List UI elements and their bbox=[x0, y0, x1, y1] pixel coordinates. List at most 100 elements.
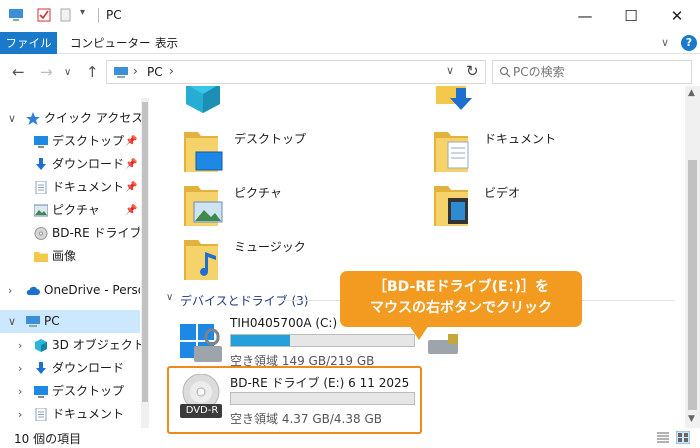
nav-downloads[interactable]: ダウンロード 📌 bbox=[0, 153, 140, 176]
drive-name: TIH0405700A (C:) bbox=[230, 316, 338, 330]
address-path[interactable]: PC bbox=[147, 65, 163, 79]
chevron-right-icon[interactable]: › bbox=[18, 357, 22, 380]
status-bar: 10 個の項目 bbox=[0, 428, 700, 448]
document-icon bbox=[35, 181, 47, 194]
document-icon bbox=[35, 408, 47, 421]
minimize-button[interactable]: — bbox=[562, 0, 608, 32]
search-icon bbox=[499, 66, 511, 78]
nav-pictures[interactable]: ピクチャ 📌 bbox=[0, 199, 140, 222]
close-button[interactable]: ✕ bbox=[654, 0, 700, 32]
chevron-right-icon[interactable]: › bbox=[169, 64, 174, 78]
nav-pc-downloads[interactable]: › ダウンロード bbox=[0, 357, 140, 380]
star-icon bbox=[26, 112, 40, 125]
pictures-folder-icon bbox=[184, 186, 223, 226]
window-title: PC bbox=[106, 8, 122, 22]
chevron-right-icon[interactable]: › bbox=[18, 403, 22, 426]
nav-desktop[interactable]: デスクトップ 📌 bbox=[0, 130, 140, 153]
folder-label: ミュージック bbox=[234, 240, 306, 254]
content-scrollbar-thumb[interactable] bbox=[688, 160, 697, 410]
address-bar[interactable]: › PC › bbox=[106, 60, 486, 84]
chevron-right-icon[interactable]: › bbox=[18, 380, 22, 403]
nav-pc-documents[interactable]: › ドキュメント bbox=[0, 403, 140, 426]
customize-qat-icon[interactable]: ▾ bbox=[80, 7, 85, 18]
refresh-button[interactable]: ↻ bbox=[466, 62, 479, 80]
pc-icon bbox=[26, 316, 40, 327]
search-box[interactable] bbox=[492, 60, 692, 84]
chevron-down-icon[interactable]: ∨ bbox=[8, 310, 16, 333]
drive-usage-fill bbox=[231, 335, 290, 346]
folder-desktop[interactable]: デスクトップ bbox=[184, 128, 424, 178]
windows-drive-icon bbox=[180, 324, 222, 362]
folder-documents[interactable]: ドキュメント bbox=[434, 128, 674, 178]
drive-e-highlight bbox=[167, 366, 422, 434]
folder-label: ドキュメント bbox=[484, 132, 557, 146]
folder-pictures[interactable]: ピクチャ bbox=[184, 182, 424, 232]
download-folder-icon[interactable] bbox=[434, 86, 474, 112]
instruction-callout: ［BD-REドライブ(E：)］を マウスの右ボタンでクリック bbox=[340, 271, 582, 327]
pin-icon[interactable]: 📌 bbox=[125, 130, 137, 153]
pin-icon[interactable]: 📌 bbox=[125, 153, 137, 176]
expand-ribbon-icon[interactable]: ∨ bbox=[661, 36, 669, 49]
nav-images-folder[interactable]: 画像 bbox=[0, 245, 140, 268]
nav-pc[interactable]: ∨ PC bbox=[0, 310, 140, 333]
folder-label: デスクトップ bbox=[234, 132, 307, 146]
pc-icon bbox=[9, 9, 23, 21]
nav-bd-re-drive[interactable]: BD-RE ドライブ (E: bbox=[0, 222, 140, 245]
callout-line-1: ［BD-REドライブ(E：)］を bbox=[372, 279, 550, 295]
navigation-pane: ∨ クイック アクセス デスクトップ 📌 ダウンロード 📌 ドキュメント 📌 ピ… bbox=[0, 98, 150, 428]
tab-view[interactable]: 表示 bbox=[143, 32, 190, 54]
callout-pointer bbox=[407, 322, 431, 340]
nav-3d-objects[interactable]: › 3D オブジェクト bbox=[0, 334, 145, 357]
up-button[interactable]: ↑ bbox=[86, 63, 99, 81]
content-scrollbar[interactable]: ▲ ▼ bbox=[685, 86, 700, 428]
recent-locations-icon[interactable]: ∨ bbox=[64, 67, 71, 78]
chevron-right-icon[interactable]: › bbox=[8, 279, 12, 302]
nav-scrollbar-thumb[interactable] bbox=[142, 102, 148, 402]
search-input[interactable] bbox=[513, 64, 683, 80]
usb-drive-icon[interactable] bbox=[426, 330, 462, 358]
cube-icon bbox=[35, 339, 47, 352]
address-dropdown-icon[interactable]: ∨ bbox=[446, 64, 454, 77]
explorer-window: ▾ PC — ☐ ✕ ファイル コンピューター 表示 ∨ ? ← → ∨ ↑ ›… bbox=[0, 0, 700, 448]
desktop-icon bbox=[34, 386, 48, 398]
tab-file[interactable]: ファイル bbox=[0, 32, 57, 54]
large-icons-view-icon[interactable] bbox=[676, 431, 690, 444]
cloud-icon bbox=[26, 286, 40, 295]
nav-scrollbar[interactable] bbox=[141, 98, 149, 428]
forward-button[interactable]: → bbox=[40, 63, 53, 81]
nav-documents[interactable]: ドキュメント 📌 bbox=[0, 176, 140, 199]
drive-usage-bar bbox=[230, 334, 415, 347]
pin-icon[interactable]: 📌 bbox=[125, 176, 137, 199]
documents-folder-icon bbox=[434, 132, 469, 172]
download-icon bbox=[36, 158, 46, 170]
folder-label: ビデオ bbox=[484, 186, 521, 200]
desktop-icon bbox=[34, 136, 48, 148]
videos-folder-icon bbox=[434, 186, 468, 226]
music-folder-icon bbox=[184, 240, 218, 280]
scroll-down-icon[interactable]: ▼ bbox=[688, 414, 695, 424]
details-view-icon[interactable] bbox=[656, 431, 670, 444]
pictures-icon bbox=[34, 204, 48, 217]
properties-icon[interactable] bbox=[36, 7, 52, 23]
folder-videos[interactable]: ビデオ bbox=[434, 182, 674, 232]
chevron-down-icon[interactable]: ∨ bbox=[8, 107, 16, 130]
nav-onedrive[interactable]: › OneDrive - Person bbox=[0, 279, 140, 302]
pin-icon[interactable]: 📌 bbox=[125, 199, 137, 222]
chevron-right-icon[interactable]: › bbox=[133, 64, 138, 78]
folder-label: ピクチャ bbox=[234, 186, 282, 200]
chevron-right-icon[interactable]: › bbox=[18, 334, 22, 357]
nav-pc-desktop[interactable]: › デスクトップ bbox=[0, 380, 140, 403]
new-folder-icon[interactable] bbox=[58, 7, 74, 23]
scroll-up-icon[interactable]: ▲ bbox=[688, 88, 695, 98]
help-icon[interactable]: ? bbox=[681, 35, 697, 51]
download-icon bbox=[36, 362, 46, 374]
chevron-down-icon[interactable]: ∨ bbox=[166, 292, 173, 303]
nav-quick-access[interactable]: ∨ クイック アクセス bbox=[0, 107, 143, 130]
ribbon-tabs: ファイル コンピューター 表示 ∨ ? bbox=[0, 32, 700, 54]
title-bar: ▾ PC — ☐ ✕ bbox=[0, 0, 700, 32]
back-button[interactable]: ← bbox=[12, 63, 25, 81]
folder-icon bbox=[34, 252, 48, 262]
item-count: 10 個の項目 bbox=[14, 432, 82, 446]
cube-icon[interactable] bbox=[184, 86, 222, 114]
maximize-button[interactable]: ☐ bbox=[608, 0, 654, 32]
